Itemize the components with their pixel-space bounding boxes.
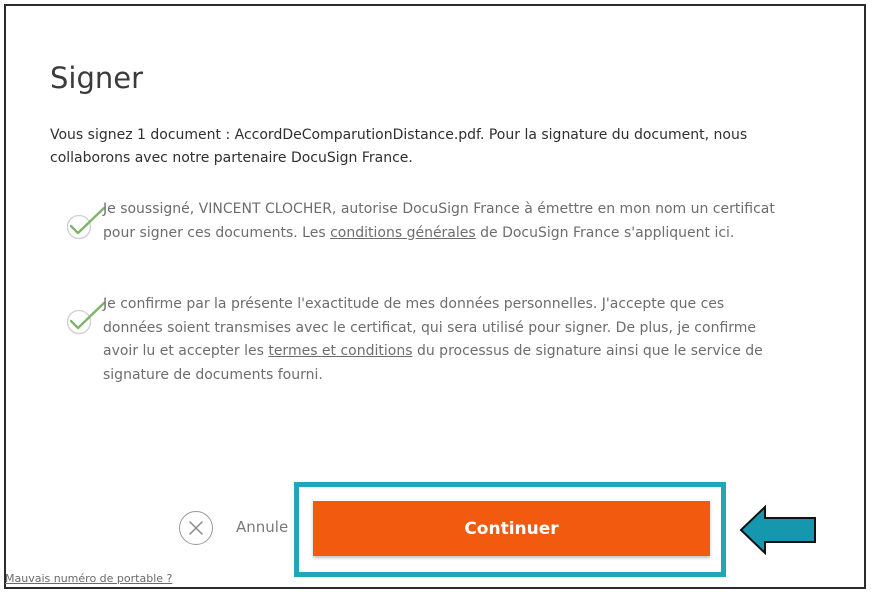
intro-text: Vous signez 1 document : AccordDeComparu…: [50, 127, 748, 166]
checkmark-icon[interactable]: [66, 206, 106, 242]
general-conditions-link[interactable]: conditions générales: [330, 225, 476, 241]
checkmark-icon[interactable]: [66, 301, 106, 337]
consent-text-personal-data: Je confirme par la présente l'exactitude…: [103, 296, 763, 383]
signing-dialog: Signer Vous signez 1 document : AccordDe…: [4, 4, 866, 589]
dialog-title: Signer: [50, 61, 144, 95]
cancel-button[interactable]: Annule: [236, 518, 288, 536]
continue-button[interactable]: Continuer: [313, 501, 710, 556]
close-circle-icon[interactable]: [179, 511, 213, 545]
consent-text-certificate: Je soussigné, VINCENT CLOCHER, autorise …: [103, 201, 775, 241]
wrong-mobile-number-link[interactable]: Mauvais numéro de portable ?: [5, 572, 172, 585]
terms-and-conditions-link[interactable]: termes et conditions: [268, 343, 412, 359]
arrow-left-icon: [739, 504, 819, 559]
